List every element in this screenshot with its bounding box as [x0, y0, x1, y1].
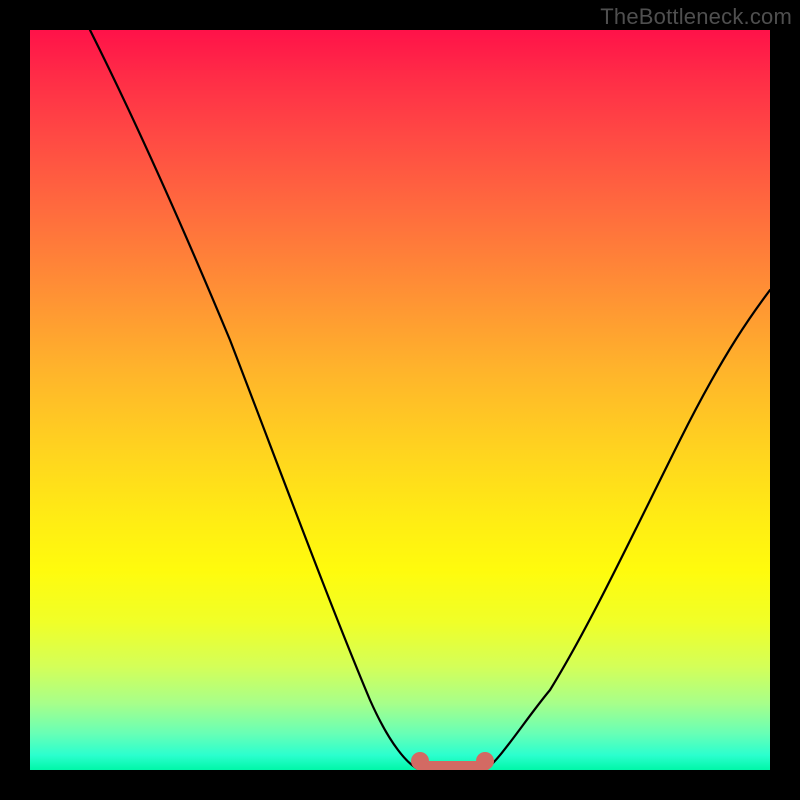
valley-dot-right	[476, 752, 494, 770]
chart-frame: TheBottleneck.com	[0, 0, 800, 800]
valley-dot-left	[411, 752, 429, 770]
plot-area	[30, 30, 770, 770]
curve-left-branch	[90, 30, 420, 770]
watermark-text: TheBottleneck.com	[600, 4, 792, 30]
bottleneck-curve	[30, 30, 770, 770]
curve-right-branch	[485, 290, 770, 770]
